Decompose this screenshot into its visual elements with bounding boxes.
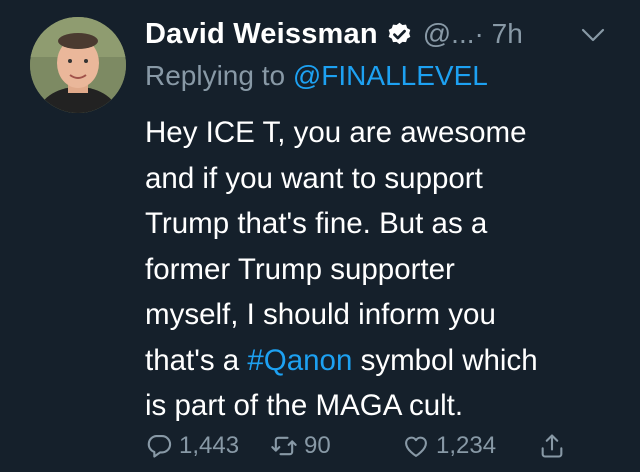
tweet-text-line: Trump that's fine. But as a <box>145 207 488 240</box>
tweet-text-line: former Trump supporter <box>145 252 455 286</box>
avatar-image <box>30 17 126 113</box>
reply-button[interactable]: 1,443 <box>145 428 239 464</box>
tweet-text-line: and if you want to support <box>145 161 483 195</box>
tweet-text-line: myself, I should inform you <box>145 298 496 331</box>
retweet-icon <box>271 436 297 456</box>
tweet-text-line: is part of the MAGA cult. <box>145 389 464 422</box>
like-button[interactable]: 1,234 <box>402 428 496 464</box>
like-count: 1,234 <box>436 432 497 459</box>
hashtag-link[interactable]: #Qanon <box>247 344 352 377</box>
avatar[interactable] <box>30 17 126 113</box>
replying-prefix: Replying to <box>145 60 293 91</box>
reply-count: 1,443 <box>179 432 240 459</box>
share-button[interactable] <box>538 428 566 464</box>
retweet-button[interactable]: 90 <box>270 428 331 464</box>
tweet-header: David Weissman @... · 7h <box>145 16 523 52</box>
share-icon <box>541 434 563 458</box>
replying-to-mention[interactable]: @FINALLEVEL <box>293 60 488 91</box>
author-handle[interactable]: @... <box>423 18 475 50</box>
action-bar: 1,443 90 1,234 <box>145 428 635 464</box>
tweet-text-segment: that's a <box>145 343 248 377</box>
tweet: David Weissman @... · 7h Replying to @FI… <box>0 0 640 472</box>
verified-badge-icon <box>388 22 411 44</box>
author-name[interactable]: David Weissman <box>145 18 378 51</box>
like-icon <box>405 436 427 457</box>
tweet-text-line: that's a #Qanon symbol which <box>145 338 625 384</box>
tweet-body: Hey ICE T, you are awesome and if you wa… <box>145 110 625 429</box>
retweet-count: 90 <box>304 432 331 459</box>
timestamp[interactable]: · 7h <box>475 18 523 50</box>
tweet-text-segment: symbol which <box>352 343 538 377</box>
tweet-text-line: Hey ICE T, you are awesome <box>145 116 527 149</box>
reply-icon <box>147 435 172 458</box>
chevron-down-icon[interactable] <box>580 26 606 44</box>
replying-to: Replying to @FINALLEVEL <box>145 60 488 92</box>
